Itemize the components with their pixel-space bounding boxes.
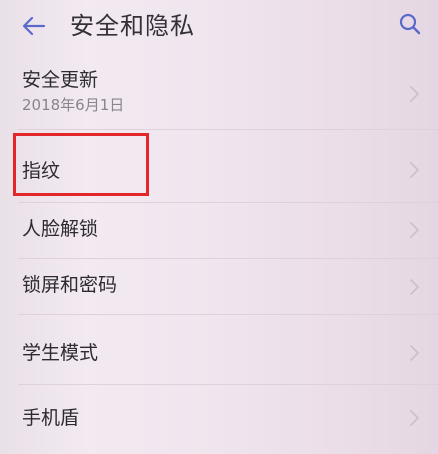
settings-item-fingerprint[interactable]: 指纹 xyxy=(0,130,438,202)
chevron-right-icon xyxy=(410,162,419,178)
back-arrow-icon xyxy=(22,16,46,36)
chevron-right-icon xyxy=(410,345,419,361)
settings-item-student-mode[interactable]: 学生模式 xyxy=(0,323,438,383)
settings-screen: 安全和隐私 安全更新 2018年6月1日 指纹 人脸解锁 锁屏和密码 学生模式 … xyxy=(0,0,438,454)
settings-item-label: 学生模式 xyxy=(22,342,99,364)
settings-item-label: 人脸解锁 xyxy=(22,218,99,240)
search-icon xyxy=(399,13,421,35)
settings-item-label: 手机盾 xyxy=(22,407,80,429)
header-bar: 安全和隐私 xyxy=(0,0,438,52)
settings-item-label: 安全更新 xyxy=(22,69,99,91)
chevron-right-icon xyxy=(410,86,419,102)
search-button[interactable] xyxy=(390,6,430,42)
page-title: 安全和隐私 xyxy=(70,12,195,40)
settings-item-label: 指纹 xyxy=(22,160,61,182)
settings-item-face-unlock[interactable]: 人脸解锁 xyxy=(0,203,438,258)
chevron-right-icon xyxy=(410,279,419,295)
back-button[interactable] xyxy=(14,8,54,44)
settings-item-subtitle: 2018年6月1日 xyxy=(22,96,125,114)
settings-item-security-update[interactable]: 安全更新 2018年6月1日 xyxy=(0,60,438,128)
settings-item-phone-shield[interactable]: 手机盾 xyxy=(0,385,438,449)
chevron-right-icon xyxy=(410,410,419,426)
settings-item-lock-screen-password[interactable]: 锁屏和密码 xyxy=(0,259,438,314)
settings-item-label: 锁屏和密码 xyxy=(22,274,118,296)
divider xyxy=(18,314,438,315)
chevron-right-icon xyxy=(410,222,419,238)
